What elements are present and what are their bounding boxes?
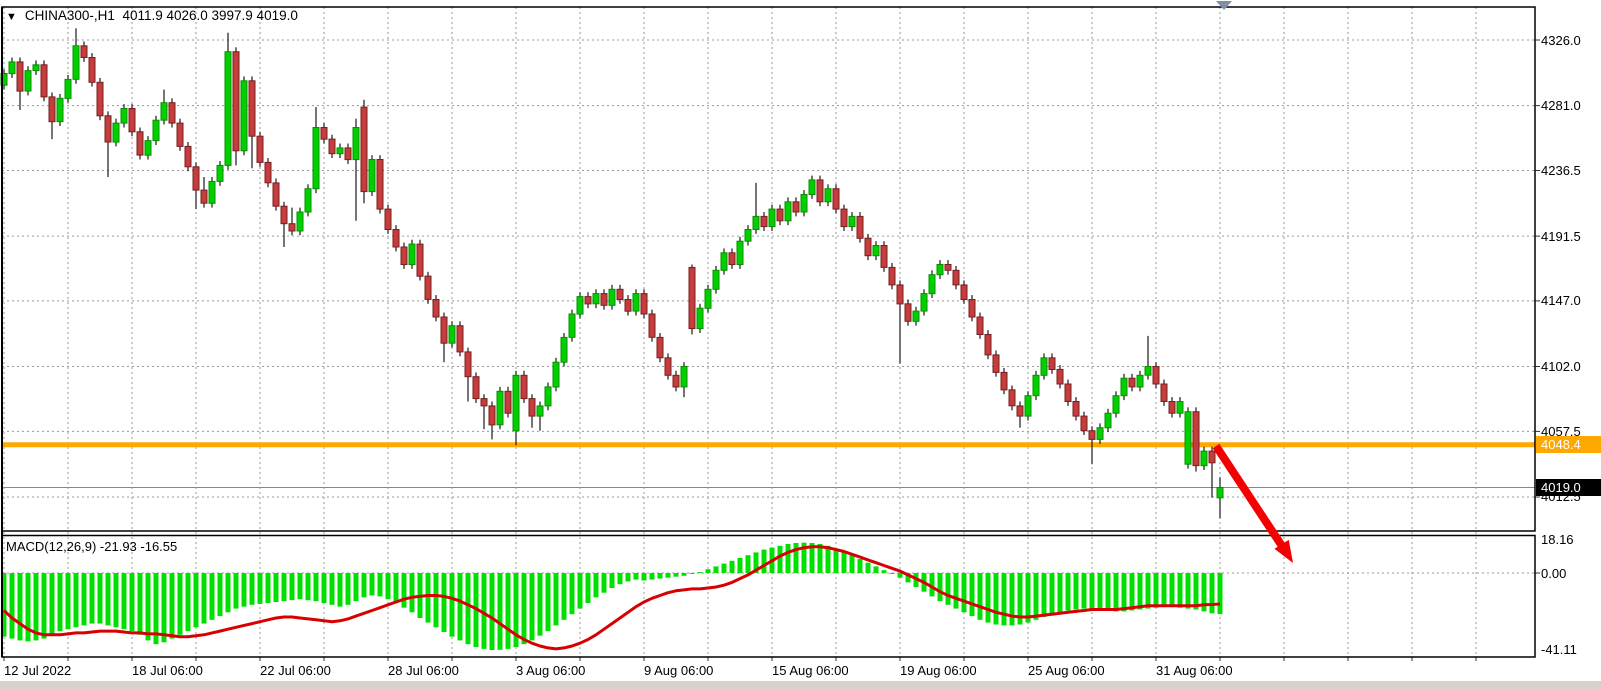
- time-axis-label: 9 Aug 06:00: [644, 663, 713, 678]
- bid-price-badge: 4019.0: [1536, 479, 1601, 496]
- trading-chart-window: ▼ CHINA300-,H1 4011.9 4026.0 3997.9 4019.…: [0, 0, 1601, 689]
- macd-scale-label: -41.11: [1541, 642, 1577, 657]
- price-axis-label: 4102.0: [1541, 359, 1581, 374]
- symbol-timeframe-label: CHINA300-,H1: [25, 8, 115, 23]
- time-axis-label: 18 Jul 06:00: [132, 663, 203, 678]
- price-axis-label: 4191.5: [1541, 229, 1581, 244]
- chart-title: ▼ CHINA300-,H1 4011.9 4026.0 3997.9 4019.…: [6, 8, 298, 23]
- time-axis-label: 19 Aug 06:00: [900, 663, 977, 678]
- price-axis-label: 4147.0: [1541, 293, 1581, 308]
- price-axis-label: 4236.5: [1541, 163, 1581, 178]
- symbol-dropdown-icon[interactable]: ▼: [6, 11, 17, 23]
- last-bar-time-marker-icon: [1216, 1, 1232, 10]
- macd-indicator-label: MACD(12,26,9) -21.93 -16.55: [6, 539, 177, 554]
- time-axis-label: 15 Aug 06:00: [772, 663, 849, 678]
- orange-price-badge: 4048.4: [1536, 436, 1601, 453]
- macd-scale-label: 0.00: [1541, 566, 1566, 581]
- time-axis-label: 28 Jul 06:00: [388, 663, 459, 678]
- price-axis-label: 4281.0: [1541, 98, 1581, 113]
- time-axis-label: 31 Aug 06:00: [1156, 663, 1233, 678]
- macd-scale-label: 18.16: [1541, 532, 1574, 547]
- time-axis-label: 22 Jul 06:00: [260, 663, 331, 678]
- ohlc-values: 4011.9 4026.0 3997.9 4019.0: [122, 8, 297, 23]
- time-axis-label: 3 Aug 06:00: [516, 663, 585, 678]
- time-axis-label: 12 Jul 2022: [4, 663, 71, 678]
- window-bottom-strip: [0, 681, 1601, 689]
- time-axis-label: 25 Aug 06:00: [1028, 663, 1105, 678]
- price-axis-label: 4326.0: [1541, 33, 1581, 48]
